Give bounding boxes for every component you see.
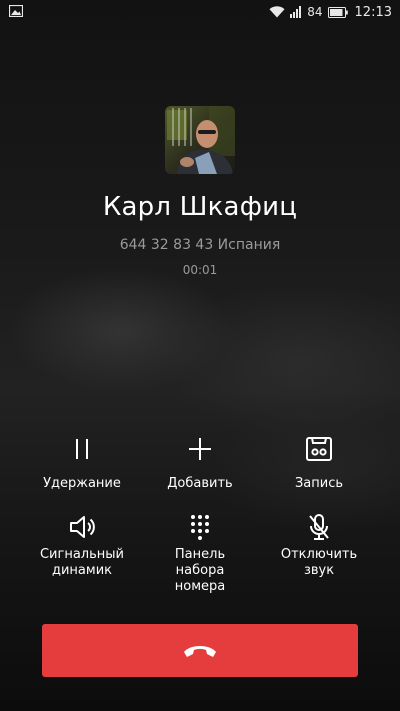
add-call-button[interactable]: Добавить <box>140 434 260 492</box>
status-time: 12:13 <box>354 4 392 20</box>
image-icon <box>9 5 23 17</box>
end-call-button[interactable] <box>42 624 358 677</box>
speaker-label: Сигнальный динамик <box>39 547 124 578</box>
battery-icon <box>327 6 348 18</box>
record-label: Запись <box>294 476 344 491</box>
signal-icon <box>290 6 302 18</box>
contact-number: 644 32 83 43 Испания <box>119 237 281 253</box>
mute-button[interactable]: Отключить звук <box>259 512 379 579</box>
status-bar-right: 84 12:13 <box>269 3 392 21</box>
dialpad-label: Панель набора номера <box>174 547 226 594</box>
dialpad-icon <box>191 515 209 540</box>
speaker-icon <box>70 516 95 538</box>
cassette-icon <box>306 437 332 461</box>
contact-avatar <box>165 106 235 174</box>
dialpad-button[interactable]: Панель набора номера <box>140 512 260 595</box>
mute-label: Отключить звук <box>280 547 358 578</box>
status-bar: 84 12:13 <box>0 0 400 24</box>
plus-icon <box>189 438 211 460</box>
call-duration: 00:01 <box>182 263 218 277</box>
speaker-button[interactable]: Сигнальный динамик <box>22 512 142 579</box>
hold-label: Удержание <box>43 476 121 491</box>
hold-button[interactable]: Удержание <box>22 434 142 492</box>
hang-up-icon <box>184 645 216 657</box>
battery-percent: 84 <box>307 5 323 19</box>
contact-name: Карл Шкафиц <box>102 192 298 222</box>
call-screen: 84 12:13 Карл Шкафиц 644 32 83 43 Испани… <box>0 0 400 711</box>
mic-off-icon <box>309 514 329 540</box>
pause-icon <box>76 439 88 459</box>
wifi-icon <box>269 6 285 18</box>
add-call-label: Добавить <box>167 476 233 491</box>
record-button[interactable]: Запись <box>259 434 379 492</box>
